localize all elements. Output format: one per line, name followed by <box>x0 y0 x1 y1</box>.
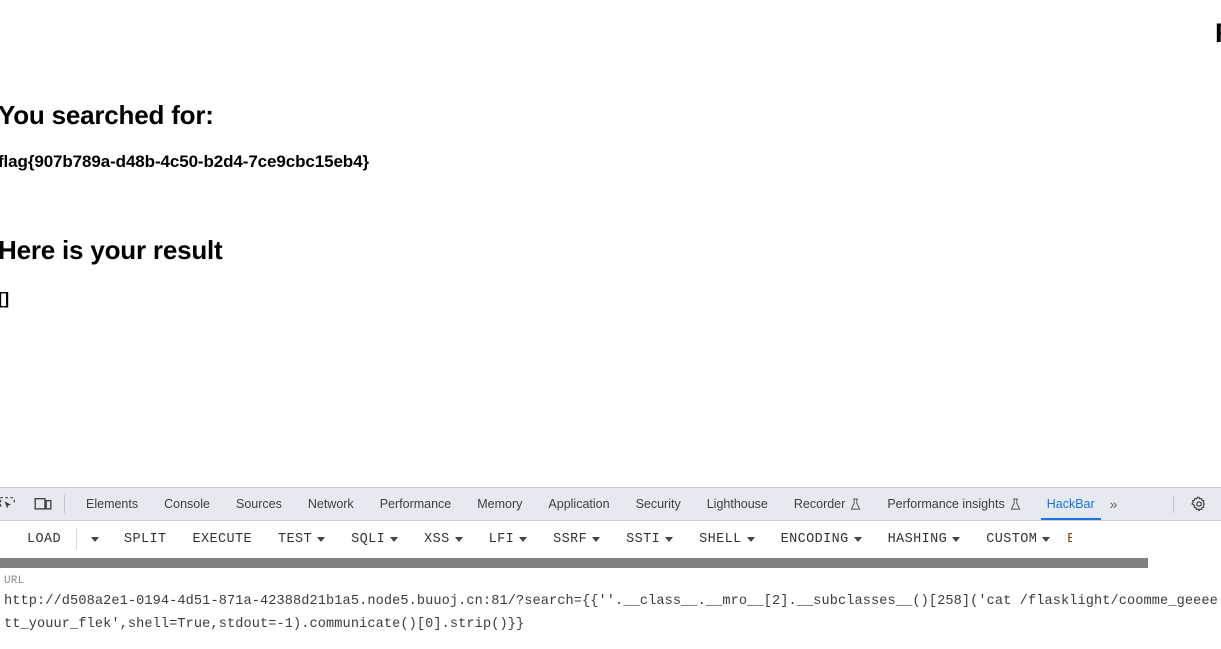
gear-icon[interactable] <box>1186 491 1212 517</box>
tab-performance-insights[interactable]: Performance insights <box>874 488 1033 520</box>
top-right-text-fragment: F <box>1215 18 1221 48</box>
tab-lighthouse[interactable]: Lighthouse <box>694 488 781 520</box>
tab-label: Recorder <box>793 497 846 511</box>
url-input[interactable]: http://d508a2e1-0194-4d51-871a-42388d21b… <box>4 590 1221 636</box>
devtools-icon-divider <box>64 495 65 513</box>
tab-sources[interactable]: Sources <box>223 488 295 520</box>
devtools-tab-list: Elements Console Sources Network Perform… <box>73 488 1173 520</box>
hackbar-xss-menu[interactable]: XSS <box>411 532 476 547</box>
chevron-down-icon <box>317 536 326 542</box>
button-label: SSTI <box>626 531 661 547</box>
tab-performance[interactable]: Performance <box>367 488 465 520</box>
button-label: CUSTOM <box>986 531 1038 547</box>
inspect-element-icon[interactable] <box>0 491 20 517</box>
hackbar-sqli-menu[interactable]: SQLI <box>338 532 411 547</box>
tab-label: Memory <box>477 497 523 511</box>
tab-label: HackBar <box>1046 497 1095 511</box>
hackbar-encoding-menu[interactable]: ENCODING <box>768 532 875 547</box>
tab-hackbar[interactable]: HackBar <box>1034 488 1108 520</box>
tab-label: Lighthouse <box>706 497 768 511</box>
hackbar-load-dropdown[interactable] <box>79 536 111 542</box>
searched-value-text: flag{907b789a-d48b-4c50-b2d4-7ce9cbc15eb… <box>0 152 369 171</box>
button-label: LFI <box>488 531 515 547</box>
hackbar-hashing-menu[interactable]: HASHING <box>875 532 974 547</box>
hackbar-test-menu[interactable]: TEST <box>265 532 338 547</box>
hackbar-toolbar: LOAD SPLIT EXECUTE TEST SQLI XSS LFI SSR… <box>0 521 1221 557</box>
button-label: SSRF <box>553 531 588 547</box>
device-toolbar-icon[interactable] <box>30 491 56 517</box>
flask-icon <box>1010 497 1021 511</box>
tab-console[interactable]: Console <box>151 488 223 520</box>
chevron-down-icon <box>592 536 601 542</box>
chevron-down-icon <box>952 536 961 542</box>
flask-icon <box>850 497 861 511</box>
tab-security[interactable]: Security <box>623 488 694 520</box>
chevron-down-icon <box>390 536 399 542</box>
chevron-down-icon <box>746 536 755 542</box>
tab-label: Performance <box>379 497 452 511</box>
tab-label: Performance insights <box>887 497 1005 511</box>
chevron-down-icon <box>1042 536 1051 542</box>
devtools-tool-icons <box>0 488 56 520</box>
tab-application[interactable]: Application <box>535 488 622 520</box>
tab-label: Elements <box>86 497 139 511</box>
devtools-tabbar-right <box>1173 488 1221 520</box>
tab-label: Sources <box>235 497 282 511</box>
scrollbar-thumb[interactable] <box>0 558 1148 568</box>
hackbar-lfi-menu[interactable]: LFI <box>476 532 541 547</box>
hackbar-load-divider <box>76 528 78 550</box>
page-title-result: Here is your result <box>0 235 223 265</box>
result-value-text: [] <box>0 289 10 308</box>
button-label: SQLI <box>351 531 386 547</box>
hackbar-horizontal-scrollbar[interactable] <box>0 557 1221 570</box>
tab-network[interactable]: Network <box>295 488 367 520</box>
hackbar-toolbar-overflow-fragment[interactable]: E <box>1063 532 1072 547</box>
button-label: XSS <box>424 531 450 547</box>
devtools-tabbar: Elements Console Sources Network Perform… <box>0 488 1221 521</box>
button-label: EXECUTE <box>192 531 253 547</box>
button-label: SPLIT <box>124 531 167 547</box>
button-label: LOAD <box>27 531 62 547</box>
hackbar-execute-button[interactable]: EXECUTE <box>180 532 266 547</box>
chevron-down-icon <box>91 536 100 542</box>
page-content: F You searched for: flag{907b789a-d48b-4… <box>0 0 1221 487</box>
chevron-down-icon <box>665 536 674 542</box>
button-label: HASHING <box>887 531 948 547</box>
devtools-panel: Elements Console Sources Network Perform… <box>0 487 1221 649</box>
tab-elements[interactable]: Elements <box>73 488 151 520</box>
button-label: TEST <box>278 531 313 547</box>
tab-memory[interactable]: Memory <box>464 488 535 520</box>
hackbar-ssrf-menu[interactable]: SSRF <box>540 532 613 547</box>
hackbar-custom-menu[interactable]: CUSTOM <box>973 532 1063 547</box>
tab-recorder[interactable]: Recorder <box>781 488 874 520</box>
tab-label: Application <box>548 497 610 511</box>
hackbar-ssti-menu[interactable]: SSTI <box>613 532 686 547</box>
tab-label: Network <box>307 497 354 511</box>
tab-label: Console <box>164 497 210 511</box>
hackbar-shell-menu[interactable]: SHELL <box>686 532 768 547</box>
tab-label: Security <box>635 497 681 511</box>
chevron-double-right-icon[interactable]: » <box>1108 488 1124 520</box>
page-title-searched-for: You searched for: <box>0 100 214 130</box>
url-field-label: URL <box>4 575 25 587</box>
chevron-down-icon <box>519 536 528 542</box>
button-label: ENCODING <box>780 531 849 547</box>
hackbar-url-section: URL http://d508a2e1-0194-4d51-871a-42388… <box>0 570 1221 636</box>
chevron-down-icon <box>853 536 862 542</box>
hackbar-load-button[interactable]: LOAD <box>14 532 74 547</box>
browser-window: F You searched for: flag{907b789a-d48b-4… <box>0 0 1221 649</box>
devtools-right-divider <box>1173 495 1174 513</box>
button-label: SHELL <box>699 531 742 547</box>
hackbar-split-button[interactable]: SPLIT <box>111 532 180 547</box>
overflow-label: » <box>1109 496 1118 512</box>
chevron-down-icon <box>454 536 463 542</box>
